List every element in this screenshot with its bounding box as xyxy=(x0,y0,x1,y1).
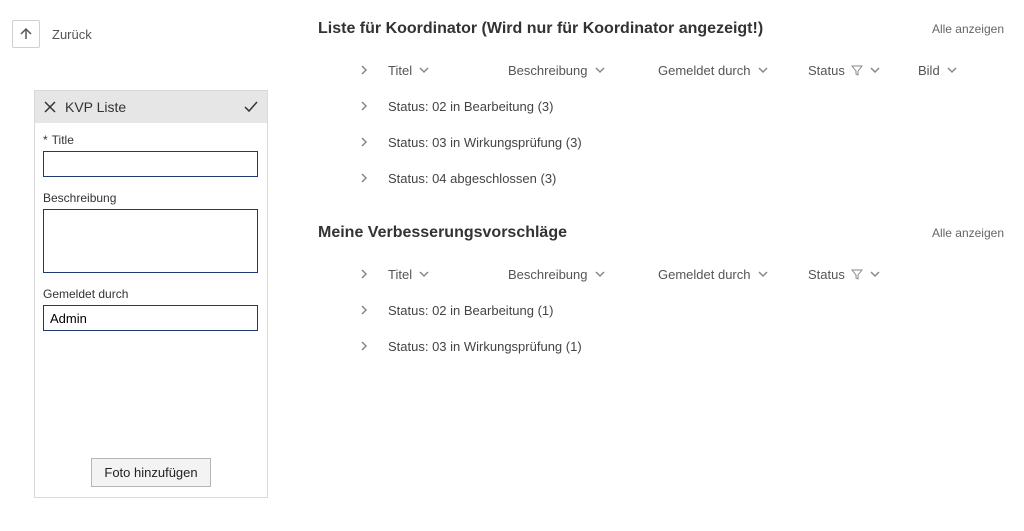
chevron-down-icon xyxy=(594,268,606,280)
koord-show-all-link[interactable]: Alle anzeigen xyxy=(932,22,1004,36)
chevron-right-icon xyxy=(358,136,370,148)
chevron-right-icon xyxy=(358,340,370,352)
col-gemeldet[interactable]: Gemeldet durch xyxy=(658,63,808,78)
col-beschreibung[interactable]: Beschreibung xyxy=(508,63,658,78)
col-titel[interactable]: Titel xyxy=(388,267,508,282)
arrow-up-icon xyxy=(18,26,34,42)
chevron-down-icon xyxy=(594,64,606,76)
form-header: KVP Liste xyxy=(35,91,267,123)
chevron-down-icon xyxy=(418,64,430,76)
add-photo-button[interactable]: Foto hinzufügen xyxy=(91,458,210,487)
col-status[interactable]: Status xyxy=(808,267,918,282)
filter-icon xyxy=(851,268,863,280)
chevron-down-icon xyxy=(869,268,881,280)
koord-group-row[interactable]: Status: 04 abgeschlossen (3) xyxy=(318,160,1004,196)
form-panel: KVP Liste *Title Beschreibung Gemeldet d… xyxy=(34,90,268,498)
description-field-label: Beschreibung xyxy=(43,191,259,205)
check-icon[interactable] xyxy=(243,99,259,115)
expand-all-icon[interactable] xyxy=(358,64,388,76)
group-label: Status: 02 in Bearbeitung (1) xyxy=(388,303,554,318)
form-title: KVP Liste xyxy=(65,99,126,115)
chevron-down-icon xyxy=(757,268,769,280)
chevron-right-icon xyxy=(358,100,370,112)
col-gemeldet[interactable]: Gemeldet durch xyxy=(658,267,808,282)
koord-title: Liste für Koordinator (Wird nur für Koor… xyxy=(318,20,932,38)
koord-column-row: Titel Beschreibung Gemeldet durch Status… xyxy=(318,52,1004,88)
reporter-field-label: Gemeldet durch xyxy=(43,287,259,301)
col-bild[interactable]: Bild xyxy=(918,63,998,78)
title-input[interactable] xyxy=(43,151,258,177)
group-label: Status: 02 in Bearbeitung (3) xyxy=(388,99,554,114)
reporter-input[interactable] xyxy=(43,305,258,331)
group-label: Status: 04 abgeschlossen (3) xyxy=(388,171,556,186)
koord-group-row[interactable]: Status: 02 in Bearbeitung (3) xyxy=(318,88,1004,124)
back-label: Zurück xyxy=(52,27,92,42)
chevron-down-icon xyxy=(946,64,958,76)
expand-all-icon[interactable] xyxy=(358,268,388,280)
meine-group-row[interactable]: Status: 03 in Wirkungsprüfung (1) xyxy=(318,328,1004,364)
meine-group-row[interactable]: Status: 02 in Bearbeitung (1) xyxy=(318,292,1004,328)
chevron-right-icon xyxy=(358,64,370,76)
col-titel[interactable]: Titel xyxy=(388,63,508,78)
chevron-down-icon xyxy=(869,64,881,76)
group-label: Status: 03 in Wirkungsprüfung (1) xyxy=(388,339,582,354)
meine-show-all-link[interactable]: Alle anzeigen xyxy=(932,226,1004,240)
chevron-down-icon xyxy=(418,268,430,280)
meine-title: Meine Verbesserungsvorschläge xyxy=(318,224,932,242)
title-field-label: *Title xyxy=(43,133,259,147)
chevron-down-icon xyxy=(757,64,769,76)
chevron-right-icon xyxy=(358,172,370,184)
group-label: Status: 03 in Wirkungsprüfung (3) xyxy=(388,135,582,150)
col-beschreibung[interactable]: Beschreibung xyxy=(508,267,658,282)
back-button[interactable] xyxy=(12,20,40,48)
section-meine: Meine Verbesserungsvorschläge Alle anzei… xyxy=(318,224,1004,364)
close-icon[interactable] xyxy=(43,100,57,114)
koord-group-row[interactable]: Status: 03 in Wirkungsprüfung (3) xyxy=(318,124,1004,160)
chevron-right-icon xyxy=(358,268,370,280)
description-input[interactable] xyxy=(43,209,258,273)
filter-icon xyxy=(851,64,863,76)
section-koordinator: Liste für Koordinator (Wird nur für Koor… xyxy=(318,20,1004,196)
meine-column-row: Titel Beschreibung Gemeldet durch Status xyxy=(318,256,1004,292)
chevron-right-icon xyxy=(358,304,370,316)
col-status[interactable]: Status xyxy=(808,63,918,78)
